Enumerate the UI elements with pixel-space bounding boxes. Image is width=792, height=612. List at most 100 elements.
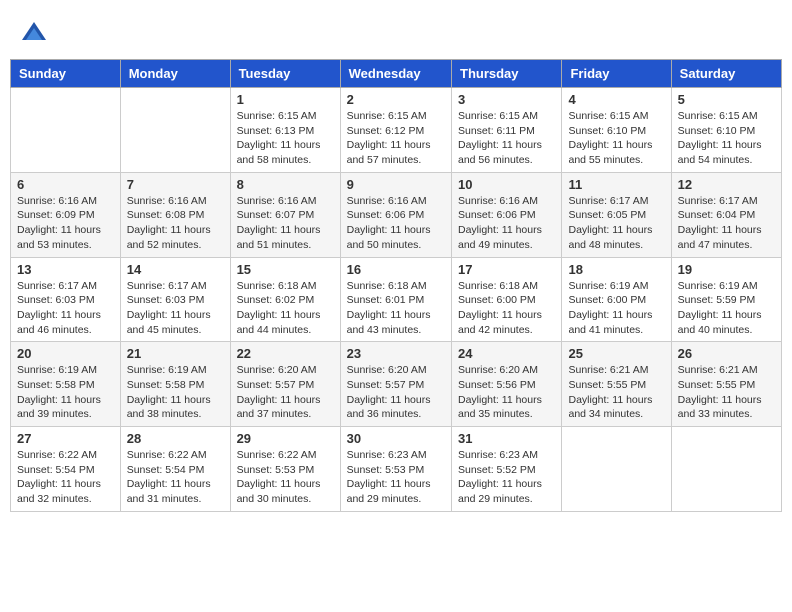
day-number: 30 <box>347 431 445 446</box>
day-info: Sunrise: 6:22 AMSunset: 5:53 PMDaylight:… <box>237 448 334 507</box>
day-number: 2 <box>347 92 445 107</box>
day-info: Sunrise: 6:20 AMSunset: 5:57 PMDaylight:… <box>237 363 334 422</box>
weekday-header: Tuesday <box>230 60 340 88</box>
calendar-day-cell: 22 Sunrise: 6:20 AMSunset: 5:57 PMDayligh… <box>230 342 340 427</box>
calendar-day-cell: 31Sunrise: 6:23 AMSunset: 5:52 PMDayligh… <box>452 427 562 512</box>
day-number: 17 <box>458 262 555 277</box>
day-number: 19 <box>678 262 775 277</box>
day-info: Sunrise: 6:17 AMSunset: 6:05 PMDaylight:… <box>568 194 664 253</box>
calendar-table: SundayMondayTuesdayWednesdayThursdayFrid… <box>10 59 782 512</box>
day-info: Sunrise: 6:16 AMSunset: 6:06 PMDaylight:… <box>458 194 555 253</box>
day-info: Sunrise: 6:19 AMSunset: 5:58 PMDaylight:… <box>127 363 224 422</box>
calendar-day-cell: 23 Sunrise: 6:20 AMSunset: 5:57 PMDayligh… <box>340 342 451 427</box>
calendar-day-cell: 8 Sunrise: 6:16 AMSunset: 6:07 PMDaylight… <box>230 172 340 257</box>
calendar-day-cell: 30Sunrise: 6:23 AMSunset: 5:53 PMDayligh… <box>340 427 451 512</box>
day-number: 22 <box>237 346 334 361</box>
weekday-header: Saturday <box>671 60 781 88</box>
day-info: Sunrise: 6:22 AMSunset: 5:54 PMDaylight:… <box>127 448 224 507</box>
calendar-day-cell: 6 Sunrise: 6:16 AMSunset: 6:09 PMDaylight… <box>11 172 121 257</box>
day-info: Sunrise: 6:16 AMSunset: 6:09 PMDaylight:… <box>17 194 114 253</box>
calendar-day-cell: 12 Sunrise: 6:17 AMSunset: 6:04 PMDayligh… <box>671 172 781 257</box>
calendar-day-cell: 26 Sunrise: 6:21 AMSunset: 5:55 PMDayligh… <box>671 342 781 427</box>
day-info: Sunrise: 6:17 AMSunset: 6:03 PMDaylight:… <box>17 279 114 338</box>
calendar-day-cell: 19 Sunrise: 6:19 AMSunset: 5:59 PMDayligh… <box>671 257 781 342</box>
day-info: Sunrise: 6:17 AMSunset: 6:04 PMDaylight:… <box>678 194 775 253</box>
day-info: Sunrise: 6:16 AMSunset: 6:06 PMDaylight:… <box>347 194 445 253</box>
calendar-day-cell: 4 Sunrise: 6:15 AMSunset: 6:10 PMDaylight… <box>562 88 671 173</box>
day-number: 29 <box>237 431 334 446</box>
weekday-header: Thursday <box>452 60 562 88</box>
logo-icon <box>20 20 48 48</box>
calendar-day-cell: 17 Sunrise: 6:18 AMSunset: 6:00 PMDayligh… <box>452 257 562 342</box>
calendar-week-row: 27Sunrise: 6:22 AMSunset: 5:54 PMDayligh… <box>11 427 782 512</box>
day-number: 21 <box>127 346 224 361</box>
logo <box>20 20 52 48</box>
day-number: 6 <box>17 177 114 192</box>
weekday-header: Monday <box>120 60 230 88</box>
day-info: Sunrise: 6:15 AMSunset: 6:10 PMDaylight:… <box>568 109 664 168</box>
day-number: 23 <box>347 346 445 361</box>
day-number: 3 <box>458 92 555 107</box>
day-number: 9 <box>347 177 445 192</box>
calendar-day-cell: 24 Sunrise: 6:20 AMSunset: 5:56 PMDayligh… <box>452 342 562 427</box>
calendar-day-cell: 3 Sunrise: 6:15 AMSunset: 6:11 PMDaylight… <box>452 88 562 173</box>
day-number: 26 <box>678 346 775 361</box>
calendar-week-row: 13 Sunrise: 6:17 AMSunset: 6:03 PMDayligh… <box>11 257 782 342</box>
calendar-day-cell: 9 Sunrise: 6:16 AMSunset: 6:06 PMDaylight… <box>340 172 451 257</box>
day-info: Sunrise: 6:16 AMSunset: 6:07 PMDaylight:… <box>237 194 334 253</box>
day-info: Sunrise: 6:22 AMSunset: 5:54 PMDaylight:… <box>17 448 114 507</box>
day-number: 7 <box>127 177 224 192</box>
day-number: 14 <box>127 262 224 277</box>
day-number: 13 <box>17 262 114 277</box>
day-info: Sunrise: 6:19 AMSunset: 5:59 PMDaylight:… <box>678 279 775 338</box>
calendar-day-cell: 5 Sunrise: 6:15 AMSunset: 6:10 PMDaylight… <box>671 88 781 173</box>
day-info: Sunrise: 6:18 AMSunset: 6:02 PMDaylight:… <box>237 279 334 338</box>
day-number: 15 <box>237 262 334 277</box>
day-number: 10 <box>458 177 555 192</box>
calendar-day-cell: 11Sunrise: 6:17 AMSunset: 6:05 PMDayligh… <box>562 172 671 257</box>
weekday-header: Wednesday <box>340 60 451 88</box>
day-info: Sunrise: 6:20 AMSunset: 5:56 PMDaylight:… <box>458 363 555 422</box>
weekday-header: Friday <box>562 60 671 88</box>
day-info: Sunrise: 6:21 AMSunset: 5:55 PMDaylight:… <box>568 363 664 422</box>
calendar-day-cell: 13 Sunrise: 6:17 AMSunset: 6:03 PMDayligh… <box>11 257 121 342</box>
weekday-header: Sunday <box>11 60 121 88</box>
day-number: 24 <box>458 346 555 361</box>
day-number: 18 <box>568 262 664 277</box>
calendar-day-cell: 14 Sunrise: 6:17 AMSunset: 6:03 PMDayligh… <box>120 257 230 342</box>
day-info: Sunrise: 6:15 AMSunset: 6:12 PMDaylight:… <box>347 109 445 168</box>
day-number: 5 <box>678 92 775 107</box>
day-info: Sunrise: 6:15 AMSunset: 6:13 PMDaylight:… <box>237 109 334 168</box>
day-info: Sunrise: 6:18 AMSunset: 6:00 PMDaylight:… <box>458 279 555 338</box>
calendar-day-cell: 15 Sunrise: 6:18 AMSunset: 6:02 PMDayligh… <box>230 257 340 342</box>
calendar-day-cell: 25Sunrise: 6:21 AMSunset: 5:55 PMDayligh… <box>562 342 671 427</box>
calendar-day-cell: 2 Sunrise: 6:15 AMSunset: 6:12 PMDaylight… <box>340 88 451 173</box>
day-number: 4 <box>568 92 664 107</box>
calendar-day-cell: 7 Sunrise: 6:16 AMSunset: 6:08 PMDaylight… <box>120 172 230 257</box>
calendar-day-cell: 29 Sunrise: 6:22 AMSunset: 5:53 PMDayligh… <box>230 427 340 512</box>
calendar-day-cell <box>120 88 230 173</box>
calendar-day-cell: 10 Sunrise: 6:16 AMSunset: 6:06 PMDayligh… <box>452 172 562 257</box>
day-number: 20 <box>17 346 114 361</box>
calendar-day-cell <box>562 427 671 512</box>
calendar-week-row: 1 Sunrise: 6:15 AMSunset: 6:13 PMDaylight… <box>11 88 782 173</box>
day-info: Sunrise: 6:17 AMSunset: 6:03 PMDaylight:… <box>127 279 224 338</box>
calendar-day-cell <box>11 88 121 173</box>
day-info: Sunrise: 6:15 AMSunset: 6:11 PMDaylight:… <box>458 109 555 168</box>
day-info: Sunrise: 6:23 AMSunset: 5:52 PMDaylight:… <box>458 448 555 507</box>
calendar-day-cell: 1 Sunrise: 6:15 AMSunset: 6:13 PMDaylight… <box>230 88 340 173</box>
day-number: 8 <box>237 177 334 192</box>
day-info: Sunrise: 6:21 AMSunset: 5:55 PMDaylight:… <box>678 363 775 422</box>
day-number: 1 <box>237 92 334 107</box>
day-number: 12 <box>678 177 775 192</box>
day-info: Sunrise: 6:16 AMSunset: 6:08 PMDaylight:… <box>127 194 224 253</box>
day-number: 28 <box>127 431 224 446</box>
day-info: Sunrise: 6:19 AMSunset: 6:00 PMDaylight:… <box>568 279 664 338</box>
calendar-week-row: 6 Sunrise: 6:16 AMSunset: 6:09 PMDaylight… <box>11 172 782 257</box>
calendar-day-cell: 21 Sunrise: 6:19 AMSunset: 5:58 PMDayligh… <box>120 342 230 427</box>
day-info: Sunrise: 6:20 AMSunset: 5:57 PMDaylight:… <box>347 363 445 422</box>
calendar-week-row: 20 Sunrise: 6:19 AMSunset: 5:58 PMDayligh… <box>11 342 782 427</box>
calendar-day-cell: 18 Sunrise: 6:19 AMSunset: 6:00 PMDayligh… <box>562 257 671 342</box>
day-info: Sunrise: 6:19 AMSunset: 5:58 PMDaylight:… <box>17 363 114 422</box>
day-info: Sunrise: 6:15 AMSunset: 6:10 PMDaylight:… <box>678 109 775 168</box>
